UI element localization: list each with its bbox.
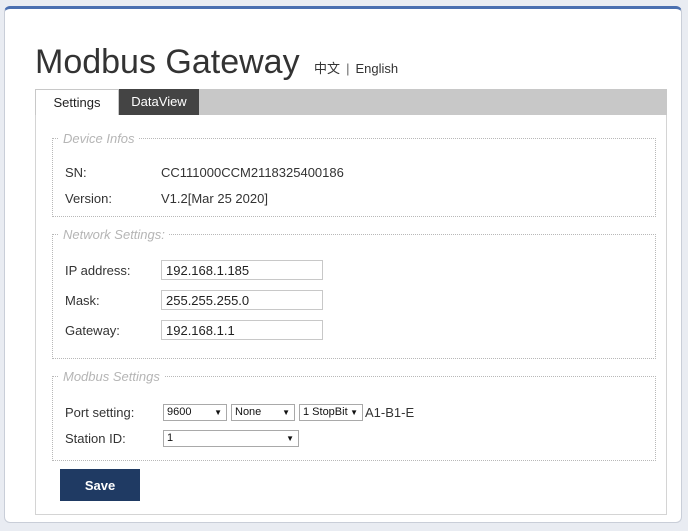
tab-settings[interactable]: Settings <box>35 89 119 115</box>
tab-dataview[interactable]: DataView <box>119 89 199 115</box>
sn-value: CC111000CCM2118325400186 <box>161 165 344 180</box>
network-settings-legend: Network Settings: <box>63 227 165 242</box>
sn-label: SN: <box>65 165 87 180</box>
lang-separator: | <box>346 61 350 76</box>
chevron-down-icon: ▼ <box>350 408 358 417</box>
device-infos-section: Device Infos SN: CC111000CCM211832540018… <box>52 131 656 217</box>
chevron-down-icon: ▼ <box>282 408 290 417</box>
gateway-label: Gateway: <box>65 323 120 338</box>
version-label: Version: <box>65 191 112 206</box>
network-settings-section: Network Settings: IP address: Mask: Gate… <box>52 227 656 359</box>
stopbit-select[interactable]: 1 StopBit ▼ <box>299 404 363 421</box>
settings-panel: Modbus Gateway 中文 | English Settings DataV… <box>4 6 682 523</box>
parity-value: None <box>235 406 262 418</box>
ip-address-input[interactable] <box>161 260 323 280</box>
chevron-down-icon: ▼ <box>214 408 222 417</box>
port-setting-label: Port setting: <box>65 405 135 420</box>
baud-rate-value: 9600 <box>167 406 192 418</box>
header: Modbus Gateway 中文 | English <box>35 43 398 82</box>
mask-label: Mask: <box>65 293 100 308</box>
save-button[interactable]: Save <box>60 469 140 501</box>
gateway-input[interactable] <box>161 320 323 340</box>
station-id-value: 1 <box>167 432 174 444</box>
lang-chinese-link[interactable]: 中文 <box>314 61 340 76</box>
chevron-down-icon: ▼ <box>286 434 294 443</box>
tab-content: Device Infos SN: CC111000CCM211832540018… <box>35 115 667 515</box>
baud-rate-select[interactable]: 9600 ▼ <box>163 404 227 421</box>
lang-english-link[interactable]: English <box>355 61 398 76</box>
station-id-label: Station ID: <box>65 431 126 446</box>
tab-bar: Settings DataView <box>35 89 667 115</box>
page-title: Modbus Gateway <box>35 43 300 81</box>
language-switch: 中文 | English <box>314 61 398 76</box>
ip-label: IP address: <box>65 263 131 278</box>
modbus-settings-legend: Modbus Settings <box>63 369 160 384</box>
modbus-settings-section: Modbus Settings Port setting: 9600 ▼ Non… <box>52 369 656 461</box>
device-infos-legend: Device Infos <box>63 131 135 146</box>
station-id-select[interactable]: 1 ▼ <box>163 430 299 447</box>
parity-select[interactable]: None ▼ <box>231 404 295 421</box>
stopbit-value: 1 StopBit <box>303 406 348 418</box>
port-config-code: A1-B1-E <box>365 405 415 420</box>
mask-input[interactable] <box>161 290 323 310</box>
version-value: V1.2[Mar 25 2020] <box>161 191 268 206</box>
